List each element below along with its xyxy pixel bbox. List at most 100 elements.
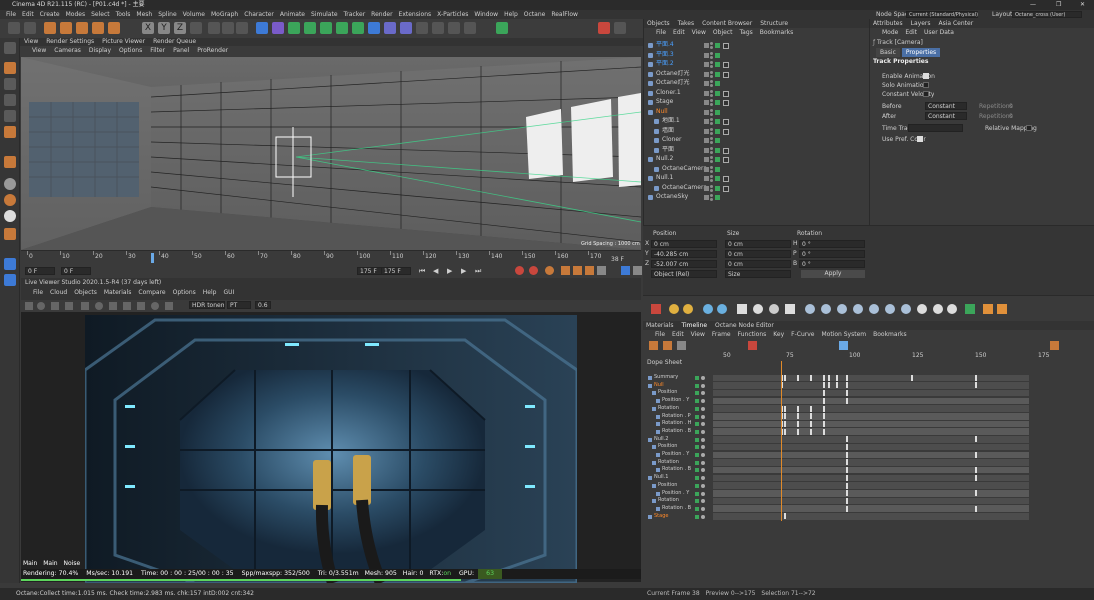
lv-menu-cloud[interactable]: Cloud (50, 289, 67, 296)
keyframe[interactable] (823, 420, 825, 427)
pen-icon[interactable] (272, 22, 284, 34)
track-enabled-icon[interactable] (695, 483, 699, 488)
keyframe[interactable] (823, 405, 825, 412)
track-enabled-icon[interactable] (695, 491, 699, 496)
track-key-area[interactable] (713, 474, 1029, 482)
layer-icon[interactable] (704, 109, 709, 115)
octane-vdb-icon[interactable] (997, 304, 1007, 314)
track-solo-icon[interactable] (701, 376, 705, 380)
layer-icon[interactable] (704, 195, 709, 200)
keyframe[interactable] (846, 397, 848, 404)
tonemap-select[interactable]: HDR tonem (189, 301, 225, 309)
viewport-menu-options[interactable]: Options (119, 47, 142, 54)
subtab-properties[interactable]: Properties (901, 48, 941, 57)
track-key-area[interactable] (713, 436, 1029, 443)
timeline-track[interactable]: Position . Y (643, 451, 1094, 459)
timeline-tab-1[interactable]: Timeline (682, 322, 708, 329)
axis-lock-icon[interactable] (448, 22, 460, 34)
octane-daylight-icon[interactable] (683, 304, 693, 314)
render-visibility-dot[interactable] (710, 122, 713, 125)
stop-icon[interactable] (65, 302, 73, 310)
timeline-menu-2[interactable]: View (691, 331, 705, 338)
keyframe[interactable] (975, 436, 977, 443)
editor-visibility-dot[interactable] (710, 165, 713, 169)
lv-menu-help[interactable]: Help (203, 289, 217, 296)
octane-material-6-icon[interactable] (885, 304, 895, 314)
track-key-area[interactable] (713, 389, 1029, 397)
track-key-area[interactable] (713, 459, 1029, 466)
object-tab-3[interactable]: Structure (760, 20, 788, 27)
key-linear-icon[interactable] (838, 341, 848, 350)
track-key-area[interactable] (713, 490, 1029, 497)
track-enabled-icon[interactable] (695, 499, 699, 504)
grid-icon[interactable] (4, 274, 16, 286)
track-enabled-icon[interactable] (695, 476, 699, 481)
object-menu-bookmarks[interactable]: Bookmarks (760, 29, 794, 36)
editor-visibility-dot[interactable] (710, 175, 713, 178)
object-menu-edit[interactable]: Edit (673, 29, 685, 36)
object-row[interactable]: Cloner (644, 136, 870, 145)
menu-simulate[interactable]: Simulate (311, 11, 338, 18)
layer-icon[interactable] (704, 71, 709, 77)
attribute-menu-1[interactable]: Edit (905, 29, 917, 36)
object-row[interactable]: 地面.1 (644, 117, 870, 126)
track-key-area[interactable] (713, 405, 1029, 412)
coord-size-select[interactable]: Size (725, 270, 791, 278)
octane-settings-icon[interactable] (614, 22, 626, 34)
octane-scatter-icon[interactable] (983, 304, 993, 314)
keyframe[interactable] (810, 405, 812, 412)
octane-render-icon[interactable] (651, 304, 661, 314)
goto-end-icon[interactable]: ⏭ (475, 267, 481, 276)
octane-targeted-light-icon[interactable] (769, 304, 779, 314)
track-key-area[interactable] (713, 382, 1029, 389)
layer-icon[interactable] (704, 90, 709, 96)
before-repetitions-value[interactable]: 0 (1009, 103, 1013, 110)
polygons-mode-icon[interactable] (4, 126, 16, 138)
viewport-tab-2[interactable]: Picture Viewer (102, 38, 145, 45)
track-key-area[interactable] (713, 413, 1029, 420)
sculpt-icon[interactable] (4, 210, 16, 222)
timeline-menu-0[interactable]: File (655, 331, 665, 338)
octane-spot-light-icon[interactable] (753, 304, 763, 314)
keyframe[interactable] (823, 428, 825, 435)
keyframe[interactable] (975, 467, 977, 474)
keyframe[interactable] (846, 467, 848, 474)
render-visibility-dot[interactable] (710, 150, 713, 154)
position-key-icon[interactable] (561, 266, 570, 275)
timeline-ruler[interactable]: 0 10 20 30 40 50 60 70 80 90 100 110 120 130 140 150 160… (21, 250, 641, 264)
timeline-icon[interactable] (621, 266, 630, 275)
track-enabled-icon[interactable] (695, 383, 699, 388)
track-enabled-icon[interactable] (695, 445, 699, 450)
redo-icon[interactable] (24, 22, 36, 34)
track-enabled-icon[interactable] (695, 391, 699, 396)
viewport-tab-1[interactable]: Render Settings (46, 38, 94, 45)
enabled-check-icon[interactable] (715, 52, 720, 58)
octane-ies-icon[interactable] (785, 304, 795, 314)
coord-size-field[interactable]: 0 cm (725, 260, 791, 268)
keyframe[interactable] (975, 505, 977, 512)
timeline-ruler[interactable]: 50 75 100 125 150 175 (713, 352, 1094, 361)
undo-icon[interactable] (8, 22, 20, 34)
octane-material-9-icon[interactable] (933, 304, 943, 314)
object-row[interactable]: Cloner.1 (644, 89, 870, 98)
relative-mapping-checkbox[interactable] (1026, 125, 1032, 131)
keyframe[interactable] (797, 428, 799, 435)
menu-select[interactable]: Select (91, 11, 110, 18)
menu-edit[interactable]: Edit (22, 11, 34, 18)
menu-tools[interactable]: Tools (116, 11, 131, 18)
timeline-track[interactable]: Position . Y (643, 397, 1094, 405)
object-row[interactable]: 墙面 (644, 127, 870, 136)
object-row[interactable]: OctaneSky (644, 193, 870, 202)
layer-icon[interactable] (704, 166, 709, 172)
editor-visibility-dot[interactable] (710, 146, 713, 150)
render-visibility-dot[interactable] (710, 112, 713, 116)
track-solo-icon[interactable] (701, 383, 705, 388)
octane-material-7-icon[interactable] (901, 304, 911, 314)
rotation-key-icon[interactable] (585, 266, 594, 275)
coord-size-field[interactable]: 0 cm (725, 240, 791, 248)
editor-visibility-dot[interactable] (710, 51, 713, 55)
viewport-tab-3[interactable]: Render Queue (153, 38, 196, 45)
track-solo-icon[interactable] (701, 514, 705, 519)
timeline-track[interactable]: Null.2 (643, 436, 1094, 444)
track-key-area[interactable] (713, 513, 1029, 520)
